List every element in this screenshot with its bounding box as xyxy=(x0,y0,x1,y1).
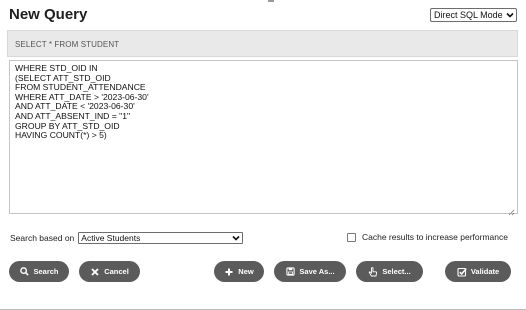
cache-option: Cache results to increase performance xyxy=(347,232,508,242)
hand-pointer-icon xyxy=(368,266,378,277)
resize-grip-icon[interactable] xyxy=(507,203,515,216)
chevron-down-icon xyxy=(230,235,242,241)
save-as-button-label: Save As... xyxy=(299,267,335,276)
cancel-button[interactable]: Cancel xyxy=(79,261,140,282)
query-mode-value: Direct SQL Mode xyxy=(434,10,503,20)
select-button-label: Select... xyxy=(382,267,411,276)
save-as-button[interactable]: Save As... xyxy=(274,261,346,282)
validate-button-label: Validate xyxy=(470,267,500,276)
search-button[interactable]: Search xyxy=(9,261,69,282)
new-button[interactable]: New xyxy=(214,261,264,282)
cache-checkbox[interactable] xyxy=(347,232,356,242)
close-icon xyxy=(90,267,100,277)
chevron-down-icon xyxy=(504,9,516,21)
search-icon xyxy=(19,267,29,277)
cancel-button-label: Cancel xyxy=(104,267,129,276)
query-mode-select[interactable]: Direct SQL Mode xyxy=(430,8,517,22)
search-based-on-select[interactable]: Active Students xyxy=(78,232,244,244)
sql-editor-text: WHERE STD_OID IN (SELECT ATT_STD_OID FRO… xyxy=(15,63,149,141)
new-query-panel: New Query Direct SQL Mode SELECT * FROM … xyxy=(0,0,526,310)
base-query-text: SELECT * FROM STUDENT xyxy=(7,30,518,57)
top-divider-mark xyxy=(268,0,274,2)
search-based-on-value: Active Students xyxy=(81,233,141,243)
search-button-label: Search xyxy=(33,267,59,276)
check-square-icon xyxy=(457,267,467,277)
save-icon xyxy=(285,267,295,277)
sql-editor[interactable]: WHERE STD_OID IN (SELECT ATT_STD_OID FRO… xyxy=(9,60,518,216)
header: New Query Direct SQL Mode xyxy=(0,0,526,30)
search-based-on-label: Search based on xyxy=(10,233,75,243)
search-based-on-row: Search based on Active Students xyxy=(10,232,244,244)
new-button-label: New xyxy=(238,267,254,276)
page-title: New Query xyxy=(9,6,88,23)
plus-icon xyxy=(224,267,234,277)
select-button[interactable]: Select... xyxy=(356,261,423,282)
validate-button[interactable]: Validate xyxy=(445,261,511,282)
cache-label: Cache results to increase performance xyxy=(362,232,508,242)
